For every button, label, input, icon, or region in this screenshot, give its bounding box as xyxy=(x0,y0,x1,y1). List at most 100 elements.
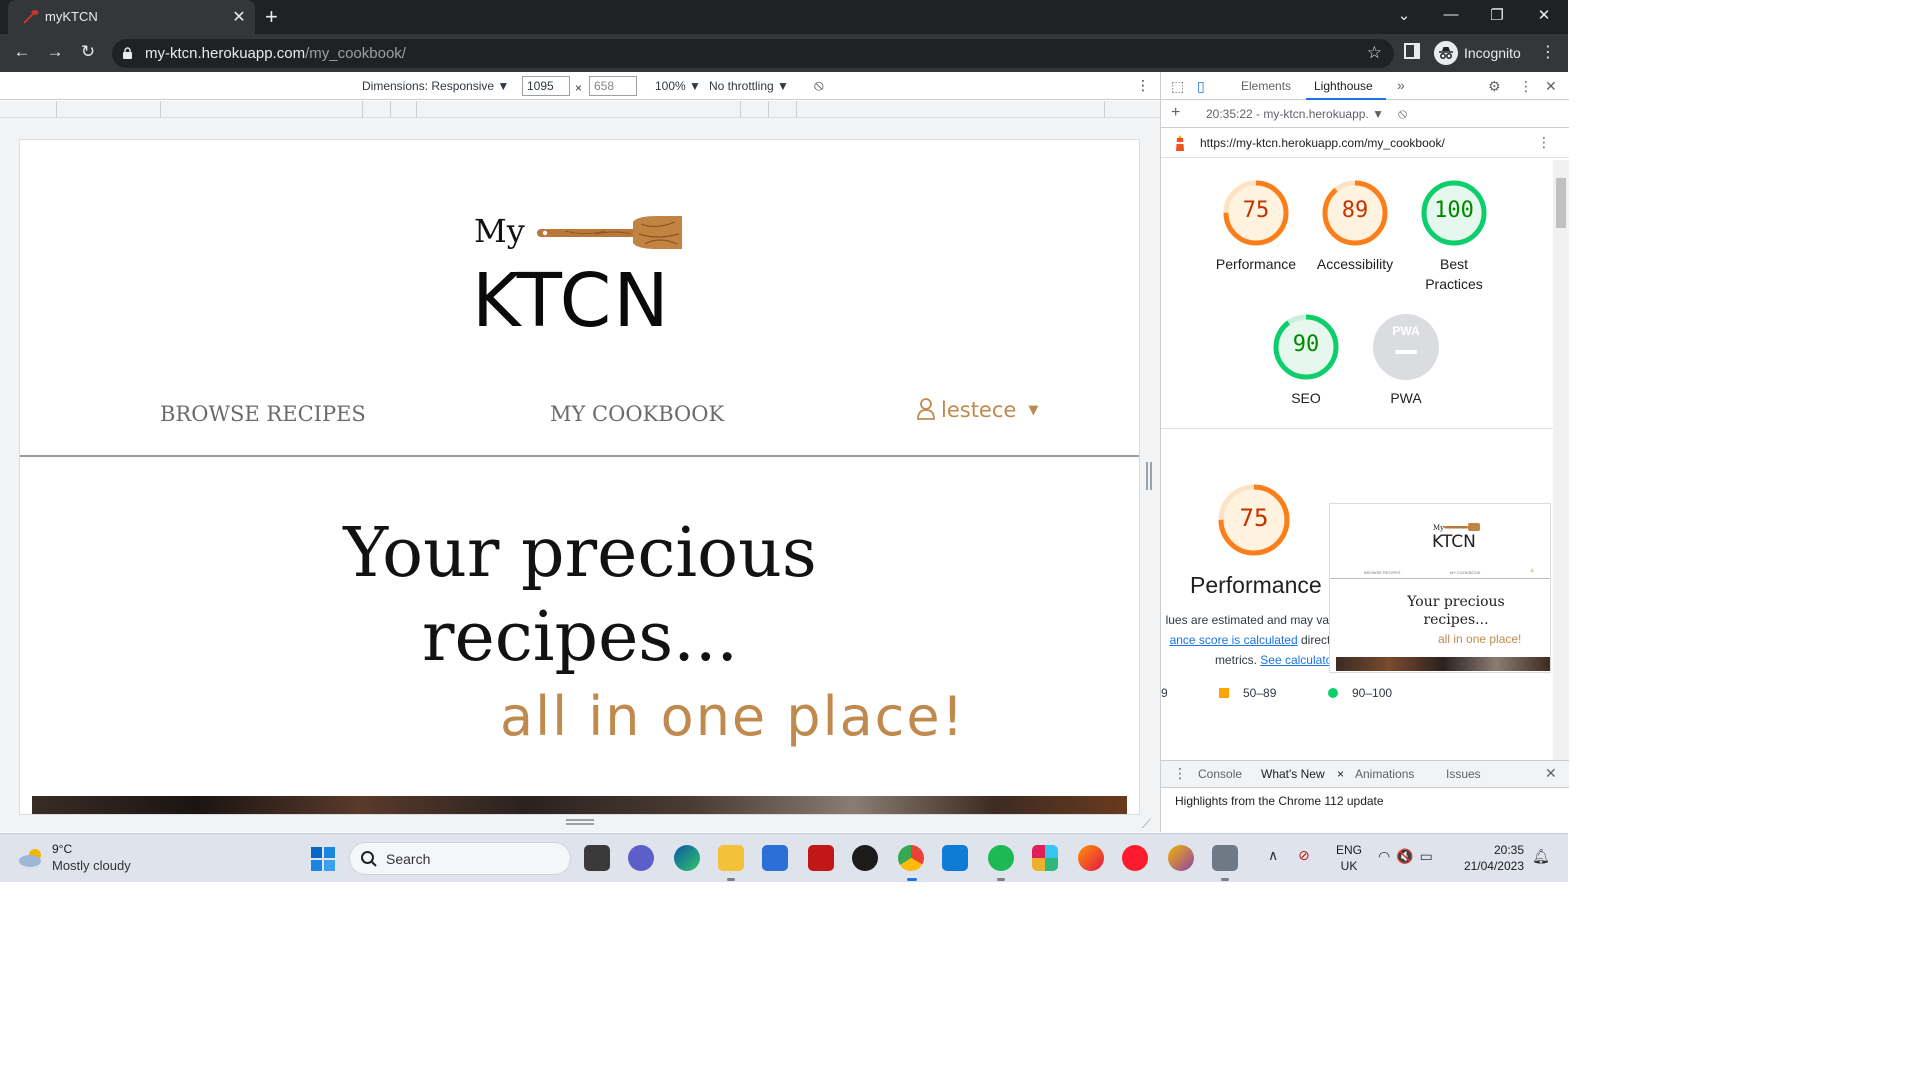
thumb-hero-image xyxy=(1336,657,1550,671)
address-bar[interactable]: my-ktcn.herokuapp.com/my_cookbook/ ☆ xyxy=(112,39,1394,68)
see-calculator-link[interactable]: See calculator. xyxy=(1260,653,1339,667)
forward-icon[interactable]: → xyxy=(44,42,66,62)
media-query-ruler xyxy=(0,101,1160,118)
drawer-tab-issues[interactable]: Issues xyxy=(1446,767,1481,781)
ruler-segment[interactable] xyxy=(1104,101,1105,118)
ruler-segment[interactable] xyxy=(390,101,391,118)
pwa-gauge[interactable]: PWA PWA xyxy=(1373,314,1439,408)
score-gauge-seo[interactable]: 90 SEO xyxy=(1273,314,1339,408)
thumb-hero-title: Your precious recipes... xyxy=(1407,594,1505,628)
task-view-icon[interactable] xyxy=(584,845,610,871)
taskbar-search[interactable]: Search xyxy=(349,842,571,875)
devtools-scrollbar[interactable] xyxy=(1553,160,1569,760)
new-report-icon[interactable]: + xyxy=(1171,104,1180,122)
tab-search-icon[interactable]: ⌄ xyxy=(1393,6,1415,24)
close-whats-new-icon[interactable]: × xyxy=(1337,767,1344,781)
vscode-icon[interactable] xyxy=(942,845,968,871)
dell-icon[interactable] xyxy=(852,845,878,871)
chrome-browser-icon[interactable] xyxy=(898,845,924,871)
score-gauge-performance[interactable]: 75 Performance xyxy=(1216,180,1296,274)
microsoft-store-icon[interactable] xyxy=(762,845,788,871)
back-icon[interactable]: ← xyxy=(11,42,33,62)
browser-tab[interactable]: myKTCN ✕ xyxy=(8,0,255,34)
language-indicator[interactable]: ENG UK xyxy=(1336,842,1362,874)
width-input[interactable] xyxy=(522,76,570,96)
score-gauge-best-practices[interactable]: 100 Best Practices xyxy=(1421,180,1487,294)
device-toolbar-menu-icon[interactable]: ⋮ xyxy=(1136,77,1150,94)
throttling-dropdown[interactable]: No throttling ▼ xyxy=(709,79,789,93)
score-calculated-link[interactable]: ance score is calculated xyxy=(1170,633,1298,647)
viewport-resize-corner-icon[interactable]: ⟋ xyxy=(1142,816,1151,832)
zoom-dropdown[interactable]: 100% ▼ xyxy=(655,79,701,93)
report-menu-icon[interactable]: ⋮ xyxy=(1537,134,1551,151)
more-tabs-icon[interactable]: » xyxy=(1397,77,1405,93)
weather-cloud-icon[interactable] xyxy=(18,848,46,868)
clear-reports-icon[interactable]: ⦸ xyxy=(1398,105,1407,122)
edge-browser-icon[interactable] xyxy=(674,845,700,871)
ruler-segment[interactable] xyxy=(160,101,161,118)
file-explorer-icon[interactable] xyxy=(718,845,744,871)
legend-pass-circle-icon xyxy=(1328,688,1338,698)
tab-elements[interactable]: Elements xyxy=(1241,79,1291,93)
report-selector[interactable]: 20:35:22 - my-ktcn.herokuapp. ▼ xyxy=(1206,107,1384,121)
mcafee-tray-icon[interactable]: ⊘ xyxy=(1298,847,1310,864)
ruler-segment[interactable] xyxy=(56,101,57,118)
settings-gear-icon[interactable]: ⚙ xyxy=(1488,78,1501,95)
opera-icon[interactable] xyxy=(1122,845,1148,871)
tab-lighthouse[interactable]: Lighthouse xyxy=(1314,79,1373,93)
slack-icon[interactable] xyxy=(1032,845,1058,871)
bookmark-star-icon[interactable]: ☆ xyxy=(1367,43,1382,63)
height-input[interactable] xyxy=(589,76,637,96)
rotate-icon[interactable]: ⦸ xyxy=(814,77,824,94)
teams-chat-icon[interactable] xyxy=(628,845,654,871)
score-value: 100 xyxy=(1434,198,1474,223)
ruler-segment[interactable] xyxy=(362,101,363,118)
search-label: Search xyxy=(386,851,431,867)
side-panel-icon[interactable] xyxy=(1404,43,1420,59)
score-gauge-accessibility[interactable]: 89 Accessibility xyxy=(1317,180,1393,274)
mcafee-icon[interactable] xyxy=(808,845,834,871)
scrollbar-thumb[interactable] xyxy=(1556,178,1566,228)
device-toolbar: Dimensions: Responsive ▼ × 100% ▼ No thr… xyxy=(0,72,1160,100)
viewport-resize-handle-right[interactable] xyxy=(1146,462,1152,490)
ruler-segment[interactable] xyxy=(796,101,797,118)
score-value: 90 xyxy=(1292,332,1320,357)
drawer-tab-whats-new[interactable]: What's New xyxy=(1261,767,1325,781)
drawer-tab-console[interactable]: Console xyxy=(1198,767,1242,781)
inspect-element-icon[interactable]: ⬚ xyxy=(1171,78,1184,95)
minimize-icon[interactable]: — xyxy=(1440,6,1462,23)
thumb-nav-browse: BROWSE RECIPES xyxy=(1364,570,1401,575)
tab-close-icon[interactable]: ✕ xyxy=(230,7,248,27)
ruler-segment[interactable] xyxy=(416,101,417,118)
device-toggle-icon[interactable]: ▯ xyxy=(1197,78,1205,95)
viewport-resize-handle-bottom[interactable] xyxy=(566,819,594,825)
drawer-menu-icon[interactable]: ⋮ xyxy=(1173,765,1187,782)
nav-browse-recipes[interactable]: BROWSE RECIPES xyxy=(160,402,366,426)
tray-overflow-icon[interactable]: ∧ xyxy=(1268,847,1278,864)
search-icon xyxy=(361,851,377,867)
firefox-icon[interactable] xyxy=(1078,845,1104,871)
reload-icon[interactable]: ↻ xyxy=(77,42,99,62)
close-devtools-icon[interactable]: ✕ xyxy=(1545,78,1557,95)
drawer-tab-animations[interactable]: Animations xyxy=(1355,767,1414,781)
nav-my-cookbook[interactable]: MY COOKBOOK xyxy=(550,402,724,426)
notepad-icon[interactable] xyxy=(1212,845,1238,871)
taskbar-clock[interactable]: 20:35 21/04/2023 xyxy=(1458,842,1524,874)
notification-bell-icon[interactable]: 🔔︎ xyxy=(1532,848,1550,865)
chrome-menu-icon[interactable]: ⋮ xyxy=(1540,42,1556,62)
incognito-profile-button[interactable]: Incognito xyxy=(1434,41,1521,65)
restore-icon[interactable]: ❐ xyxy=(1486,6,1508,24)
spotify-icon[interactable] xyxy=(988,845,1014,871)
close-drawer-icon[interactable]: ✕ xyxy=(1545,765,1557,782)
new-tab-button[interactable]: + xyxy=(265,4,278,30)
ruler-segment[interactable] xyxy=(768,101,769,118)
wifi-volume-battery-icons[interactable]: ◠🔇▭ xyxy=(1378,848,1439,865)
dimensions-dropdown[interactable]: Dimensions: Responsive ▼ xyxy=(362,79,509,93)
tor-browser-icon[interactable] xyxy=(1168,845,1194,871)
final-screenshot-thumbnail[interactable]: My KTCN BROWSE RECIPES MY COOKBOOK ♙ You… xyxy=(1329,503,1551,673)
windows-start-icon[interactable] xyxy=(311,847,335,871)
ruler-segment[interactable] xyxy=(740,101,741,118)
devtools-menu-icon[interactable]: ⋮ xyxy=(1519,78,1533,95)
user-menu[interactable]: lestece ▼ xyxy=(917,398,1038,422)
close-window-icon[interactable]: ✕ xyxy=(1533,6,1555,24)
